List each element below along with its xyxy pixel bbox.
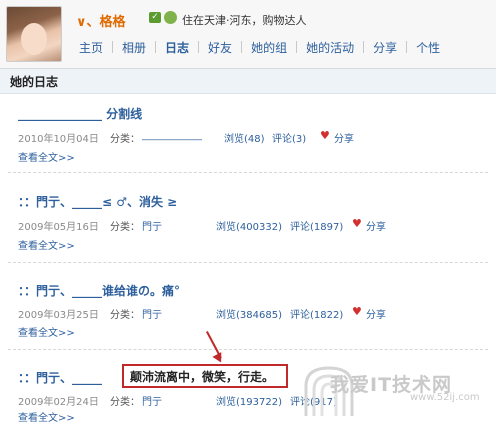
share-link[interactable]: 分享 bbox=[366, 306, 386, 321]
entry-title[interactable]: ：：門亍、_____ bbox=[18, 369, 102, 386]
share-link[interactable]: 分享 bbox=[334, 130, 354, 145]
entry-views[interactable]: 浏览(384685) bbox=[216, 306, 282, 321]
entry-category[interactable]: ____________ bbox=[142, 130, 202, 141]
tab-home[interactable]: 主页 bbox=[70, 39, 112, 56]
tab-activities[interactable]: 她的活动 bbox=[297, 39, 363, 56]
tab-groups[interactable]: 她的组 bbox=[242, 39, 296, 56]
online-status-icon bbox=[164, 11, 177, 24]
section-bar: 她的日志 bbox=[0, 69, 496, 94]
tab-share[interactable]: 分享 bbox=[364, 39, 406, 56]
location-text: 住在天津·河东，购物达人 bbox=[182, 14, 307, 27]
entry-views[interactable]: 浏览(48) bbox=[224, 130, 265, 145]
read-more-link[interactable]: 查看全文>> bbox=[18, 149, 75, 164]
entry-title[interactable]: ：：門亍、_____≤ ♂、消失 ≥ bbox=[18, 193, 177, 210]
entry-title[interactable]: ______________ 分割线 bbox=[18, 105, 142, 122]
entry-comments[interactable]: 评论(3) bbox=[272, 130, 306, 145]
entry-date: 2009年02月24日 bbox=[18, 397, 99, 408]
heart-icon: ♥ bbox=[352, 217, 362, 230]
read-more-link[interactable]: 查看全文>> bbox=[18, 324, 75, 339]
heart-icon: ♥ bbox=[320, 129, 330, 142]
entry-views[interactable]: 浏览(400332) bbox=[216, 218, 282, 233]
entry-divider bbox=[8, 262, 488, 263]
entry-category-label: 分类： bbox=[110, 222, 140, 233]
entry-views[interactable]: 浏览(193722) bbox=[216, 393, 282, 408]
entry-category-label: 分类： bbox=[110, 397, 140, 408]
entry-date: 2009年03月25日 bbox=[18, 310, 99, 321]
entry-category[interactable]: 門亍 bbox=[142, 306, 162, 321]
tab-personality[interactable]: 个性 bbox=[407, 39, 449, 56]
tab-album[interactable]: 相册 bbox=[113, 39, 155, 56]
entry-divider bbox=[8, 349, 488, 350]
entry-category-label: 分类： bbox=[110, 310, 140, 321]
entry-divider bbox=[8, 172, 488, 173]
share-link[interactable]: 分享 bbox=[366, 218, 386, 233]
entry-category[interactable]: 門亍 bbox=[142, 393, 162, 408]
tab-friends[interactable]: 好友 bbox=[199, 39, 241, 56]
entry-comments[interactable]: 评论(1822) bbox=[290, 306, 343, 321]
section-title: 她的日志 bbox=[10, 75, 59, 89]
profile-header: ∨、格格 ✓ 住在天津·河东，购物达人 主页 相册 日志 好友 她的组 她的活动… bbox=[0, 0, 496, 69]
entry-category[interactable]: 門亍 bbox=[142, 218, 162, 233]
highlighted-title-text: 颠沛流离中，微笑，行走。 bbox=[122, 364, 288, 388]
entry-date: 2010年10月04日 bbox=[18, 134, 99, 145]
annotation-arrowhead bbox=[212, 352, 226, 365]
entry-comments[interactable]: 评论(1897) bbox=[290, 218, 343, 233]
avatar-face bbox=[21, 23, 47, 55]
watermark-url: www.52ij.com bbox=[410, 392, 480, 403]
read-more-link[interactable]: 查看全文>> bbox=[18, 237, 75, 252]
username[interactable]: ∨、格格 bbox=[76, 11, 126, 30]
watermark: 我爱IT技术网 www.52ij.com bbox=[300, 362, 496, 418]
read-more-link[interactable]: 查看全文>> bbox=[18, 409, 75, 424]
tab-blog[interactable]: 日志 bbox=[156, 39, 198, 56]
avatar[interactable] bbox=[6, 6, 62, 62]
heart-icon: ♥ bbox=[352, 305, 362, 318]
entry-date: 2009年05月16日 bbox=[18, 222, 99, 233]
entry-category-label: 分类： bbox=[110, 134, 140, 145]
profile-nav: 主页 相册 日志 好友 她的组 她的活动 分享 个性 bbox=[70, 38, 449, 56]
mobile-status-icon: ✓ bbox=[149, 12, 161, 23]
entry-title[interactable]: ：：門亍、_____谁给谁の。痛° bbox=[18, 282, 180, 299]
